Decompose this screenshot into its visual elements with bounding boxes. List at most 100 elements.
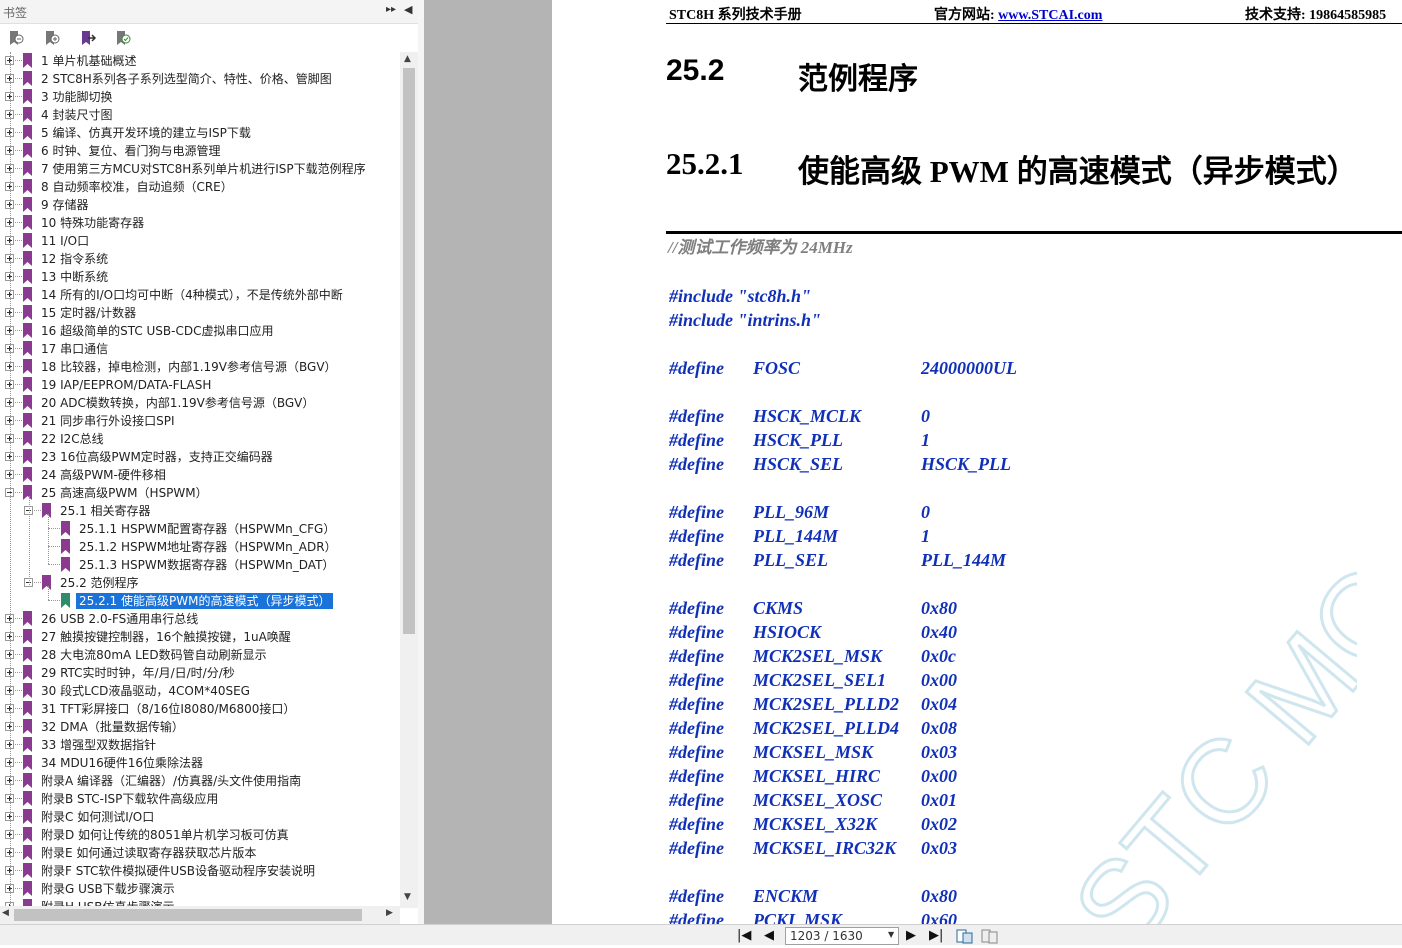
bookmark-item[interactable]: 15 定时器/计数器 xyxy=(0,304,400,322)
scrollbar-thumb[interactable] xyxy=(14,909,362,921)
code-include: #include "intrins.h" xyxy=(669,310,822,330)
bookmark-item[interactable]: 附录B STC-ISP下载软件高级应用 xyxy=(0,790,400,808)
bookmark-item[interactable]: 22 I2C总线 xyxy=(0,430,400,448)
code-define-keyword: #define xyxy=(669,838,724,858)
bookmark-label: 附录C 如何测试I/O口 xyxy=(41,810,155,824)
code-define-name: PLL_96M xyxy=(753,502,829,522)
bookmark-item[interactable]: 附录F STC软件模拟硬件USB设备驱动程序安装说明 xyxy=(0,862,400,880)
bookmark-item[interactable]: 29 RTC实时时钟，年/月/日/时/分/秒 xyxy=(0,664,400,682)
bookmark-item[interactable]: 5 编译、仿真开发环境的建立与ISP下载 xyxy=(0,124,400,142)
bookmark-label: 25.2 范例程序 xyxy=(60,576,139,590)
last-page-icon[interactable]: ▶| xyxy=(929,928,943,943)
bookmark-item[interactable]: 21 同步串行外设接口SPI xyxy=(0,412,400,430)
bookmark-icon xyxy=(23,665,32,680)
bookmark-item[interactable]: 9 存储器 xyxy=(0,196,400,214)
bookmark-icon xyxy=(61,557,70,572)
scroll-up-icon[interactable]: ▲ xyxy=(404,54,411,64)
bookmark-item[interactable]: 19 IAP/EEPROM/DATA-FLASH xyxy=(0,376,400,394)
bookmark-item[interactable]: 24 高级PWM-硬件移相 xyxy=(0,466,400,484)
bookmark-item[interactable]: 2 STC8H系列各子系列选型简介、特性、价格、管脚图 xyxy=(0,70,400,88)
code-define-value: 0x08 xyxy=(921,718,957,738)
prev-page-icon[interactable]: ◀ xyxy=(764,928,774,943)
bookmark-item[interactable]: 20 ADC模数转换，内部1.19V参考信号源（BGV） xyxy=(0,394,400,412)
code-define-keyword: #define xyxy=(669,694,724,714)
bookmark-label: 27 触摸按键控制器，16个触摸按键，1uA唤醒 xyxy=(41,630,291,644)
next-page-icon[interactable]: ▶ xyxy=(906,928,916,943)
scroll-right-icon[interactable]: ▶ xyxy=(386,908,393,918)
expand-panel-icon[interactable]: ▸▸ xyxy=(386,4,396,15)
delete-bookmark-icon[interactable] xyxy=(6,29,26,47)
header-manual-title: STC8H 系列技术手册 xyxy=(669,8,802,23)
bookmark-item[interactable]: 25.1.2 HSPWM地址寄存器（HSPWMn_ADR） xyxy=(0,538,400,556)
first-page-icon[interactable]: |◀ xyxy=(737,928,751,943)
bookmark-icon xyxy=(23,197,32,212)
add-bookmark-icon[interactable] xyxy=(42,29,62,47)
bookmark-item[interactable]: 23 16位高级PWM定时器，支持正交编码器 xyxy=(0,448,400,466)
svg-text:STC MCU: STC MCU xyxy=(1048,540,1357,924)
bookmark-item[interactable]: 附录G USB下载步骤演示 xyxy=(0,880,400,898)
bookmark-icon xyxy=(23,341,32,356)
code-define-name: MCKSEL_XOSC xyxy=(753,790,883,810)
bookmark-label: 7 使用第三方MCU对STC8H系列单片机进行ISP下载范例程序 xyxy=(41,162,366,176)
bookmark-item[interactable]: 12 指令系统 xyxy=(0,250,400,268)
bookmark-icon xyxy=(23,287,32,302)
scroll-left-icon[interactable]: ◀ xyxy=(2,908,9,918)
code-define-name: HSCK_PLL xyxy=(753,430,844,450)
page-number-select[interactable]: 1203 / 1630 ▼ xyxy=(785,927,899,945)
bookmark-item[interactable]: 4 封装尺寸图 xyxy=(0,106,400,124)
bookmark-item[interactable]: 13 中断系统 xyxy=(0,268,400,286)
bookmark-item[interactable]: 30 段式LCD液晶驱动，4COM*40SEG xyxy=(0,682,400,700)
code-define-keyword: #define xyxy=(669,766,724,786)
bookmark-item[interactable]: 25.2 范例程序 xyxy=(0,574,400,592)
chevron-down-icon[interactable]: ▼ xyxy=(888,930,894,939)
go-to-bookmark-icon[interactable] xyxy=(78,29,98,47)
bookmark-icon xyxy=(23,719,32,734)
bookmark-item[interactable]: 26 USB 2.0-FS通用串行总线 xyxy=(0,610,400,628)
bookmarks-horizontal-scrollbar[interactable]: ◀ ▶ xyxy=(0,906,400,924)
bookmark-item[interactable]: 32 DMA（批量数据传输） xyxy=(0,718,400,736)
bookmark-item[interactable]: 附录E 如何通过读取寄存器获取芯片版本 xyxy=(0,844,400,862)
collapse-panel-icon[interactable]: ◀ xyxy=(404,3,412,16)
website-link[interactable]: www.STCAI.com xyxy=(998,8,1102,23)
bookmark-item[interactable]: 1 单片机基础概述 xyxy=(0,52,400,70)
bookmark-item[interactable]: 8 自动频率校准，自动追频（CRE） xyxy=(0,178,400,196)
bookmark-properties-icon[interactable] xyxy=(113,29,133,47)
bookmark-label: 32 DMA（批量数据传输） xyxy=(41,720,184,734)
bookmark-item[interactable]: 16 超级简单的STC USB-CDC虚拟串口应用 xyxy=(0,322,400,340)
tree-line xyxy=(48,564,60,565)
bookmark-item[interactable]: 6 时钟、复位、看门狗与电源管理 xyxy=(0,142,400,160)
bookmark-icon xyxy=(23,107,32,122)
bookmark-item[interactable]: 25 高速高级PWM（HSPWM） xyxy=(0,484,400,502)
bookmark-item[interactable]: 7 使用第三方MCU对STC8H系列单片机进行ISP下载范例程序 xyxy=(0,160,400,178)
bookmark-item[interactable]: 25.1 相关寄存器 xyxy=(0,502,400,520)
bookmark-item[interactable]: 14 所有的I/O口均可中断（4种模式），不是传统外部中断 xyxy=(0,286,400,304)
bookmark-item[interactable]: 17 串口通信 xyxy=(0,340,400,358)
code-define-value: 0x40 xyxy=(921,622,957,642)
bookmark-item[interactable]: 18 比较器，掉电检测，内部1.19V参考信号源（BGV） xyxy=(0,358,400,376)
bookmark-item[interactable]: 27 触摸按键控制器，16个触摸按键，1uA唤醒 xyxy=(0,628,400,646)
bookmark-item[interactable]: 附录D 如何让传统的8051单片机学习板可仿真 xyxy=(0,826,400,844)
bookmark-item[interactable]: 34 MDU16硬件16位乘除法器 xyxy=(0,754,400,772)
bookmark-icon xyxy=(23,773,32,788)
bookmark-item[interactable]: 28 大电流80mA LED数码管自动刷新显示 xyxy=(0,646,400,664)
page-layout-icon[interactable] xyxy=(956,928,974,944)
bookmark-item[interactable]: 附录C 如何测试I/O口 xyxy=(0,808,400,826)
bookmark-item[interactable]: 25.2.1 使能高级PWM的高速模式（异步模式） xyxy=(0,592,400,610)
bookmark-icon xyxy=(23,809,32,824)
scrollbar-thumb[interactable] xyxy=(403,68,415,634)
bookmark-item[interactable]: 3 功能脚切换 xyxy=(0,88,400,106)
scroll-down-icon[interactable]: ▼ xyxy=(404,892,411,902)
bookmark-item[interactable]: 25.1.1 HSPWM配置寄存器（HSPWMn_CFG） xyxy=(0,520,400,538)
two-page-icon[interactable] xyxy=(981,928,999,944)
bookmark-item[interactable]: 31 TFT彩屏接口（8/16位I8080/M6800接口） xyxy=(0,700,400,718)
bookmark-icon xyxy=(23,215,32,230)
bookmark-item[interactable]: 33 增强型双数据指针 xyxy=(0,736,400,754)
bookmark-item[interactable]: 11 I/O口 xyxy=(0,232,400,250)
bookmark-label: 附录B STC-ISP下载软件高级应用 xyxy=(41,792,219,806)
bookmarks-vertical-scrollbar[interactable]: ▲ ▼ xyxy=(400,52,418,908)
bookmark-item[interactable]: 25.1.3 HSPWM数据寄存器（HSPWMn_DAT） xyxy=(0,556,400,574)
bookmark-item[interactable]: 附录A 编译器（汇编器）/仿真器/头文件使用指南 xyxy=(0,772,400,790)
section-title: 范例程序 xyxy=(798,63,918,96)
bookmark-item[interactable]: 10 特殊功能寄存器 xyxy=(0,214,400,232)
code-define-value: PLL_144M xyxy=(921,550,1006,570)
